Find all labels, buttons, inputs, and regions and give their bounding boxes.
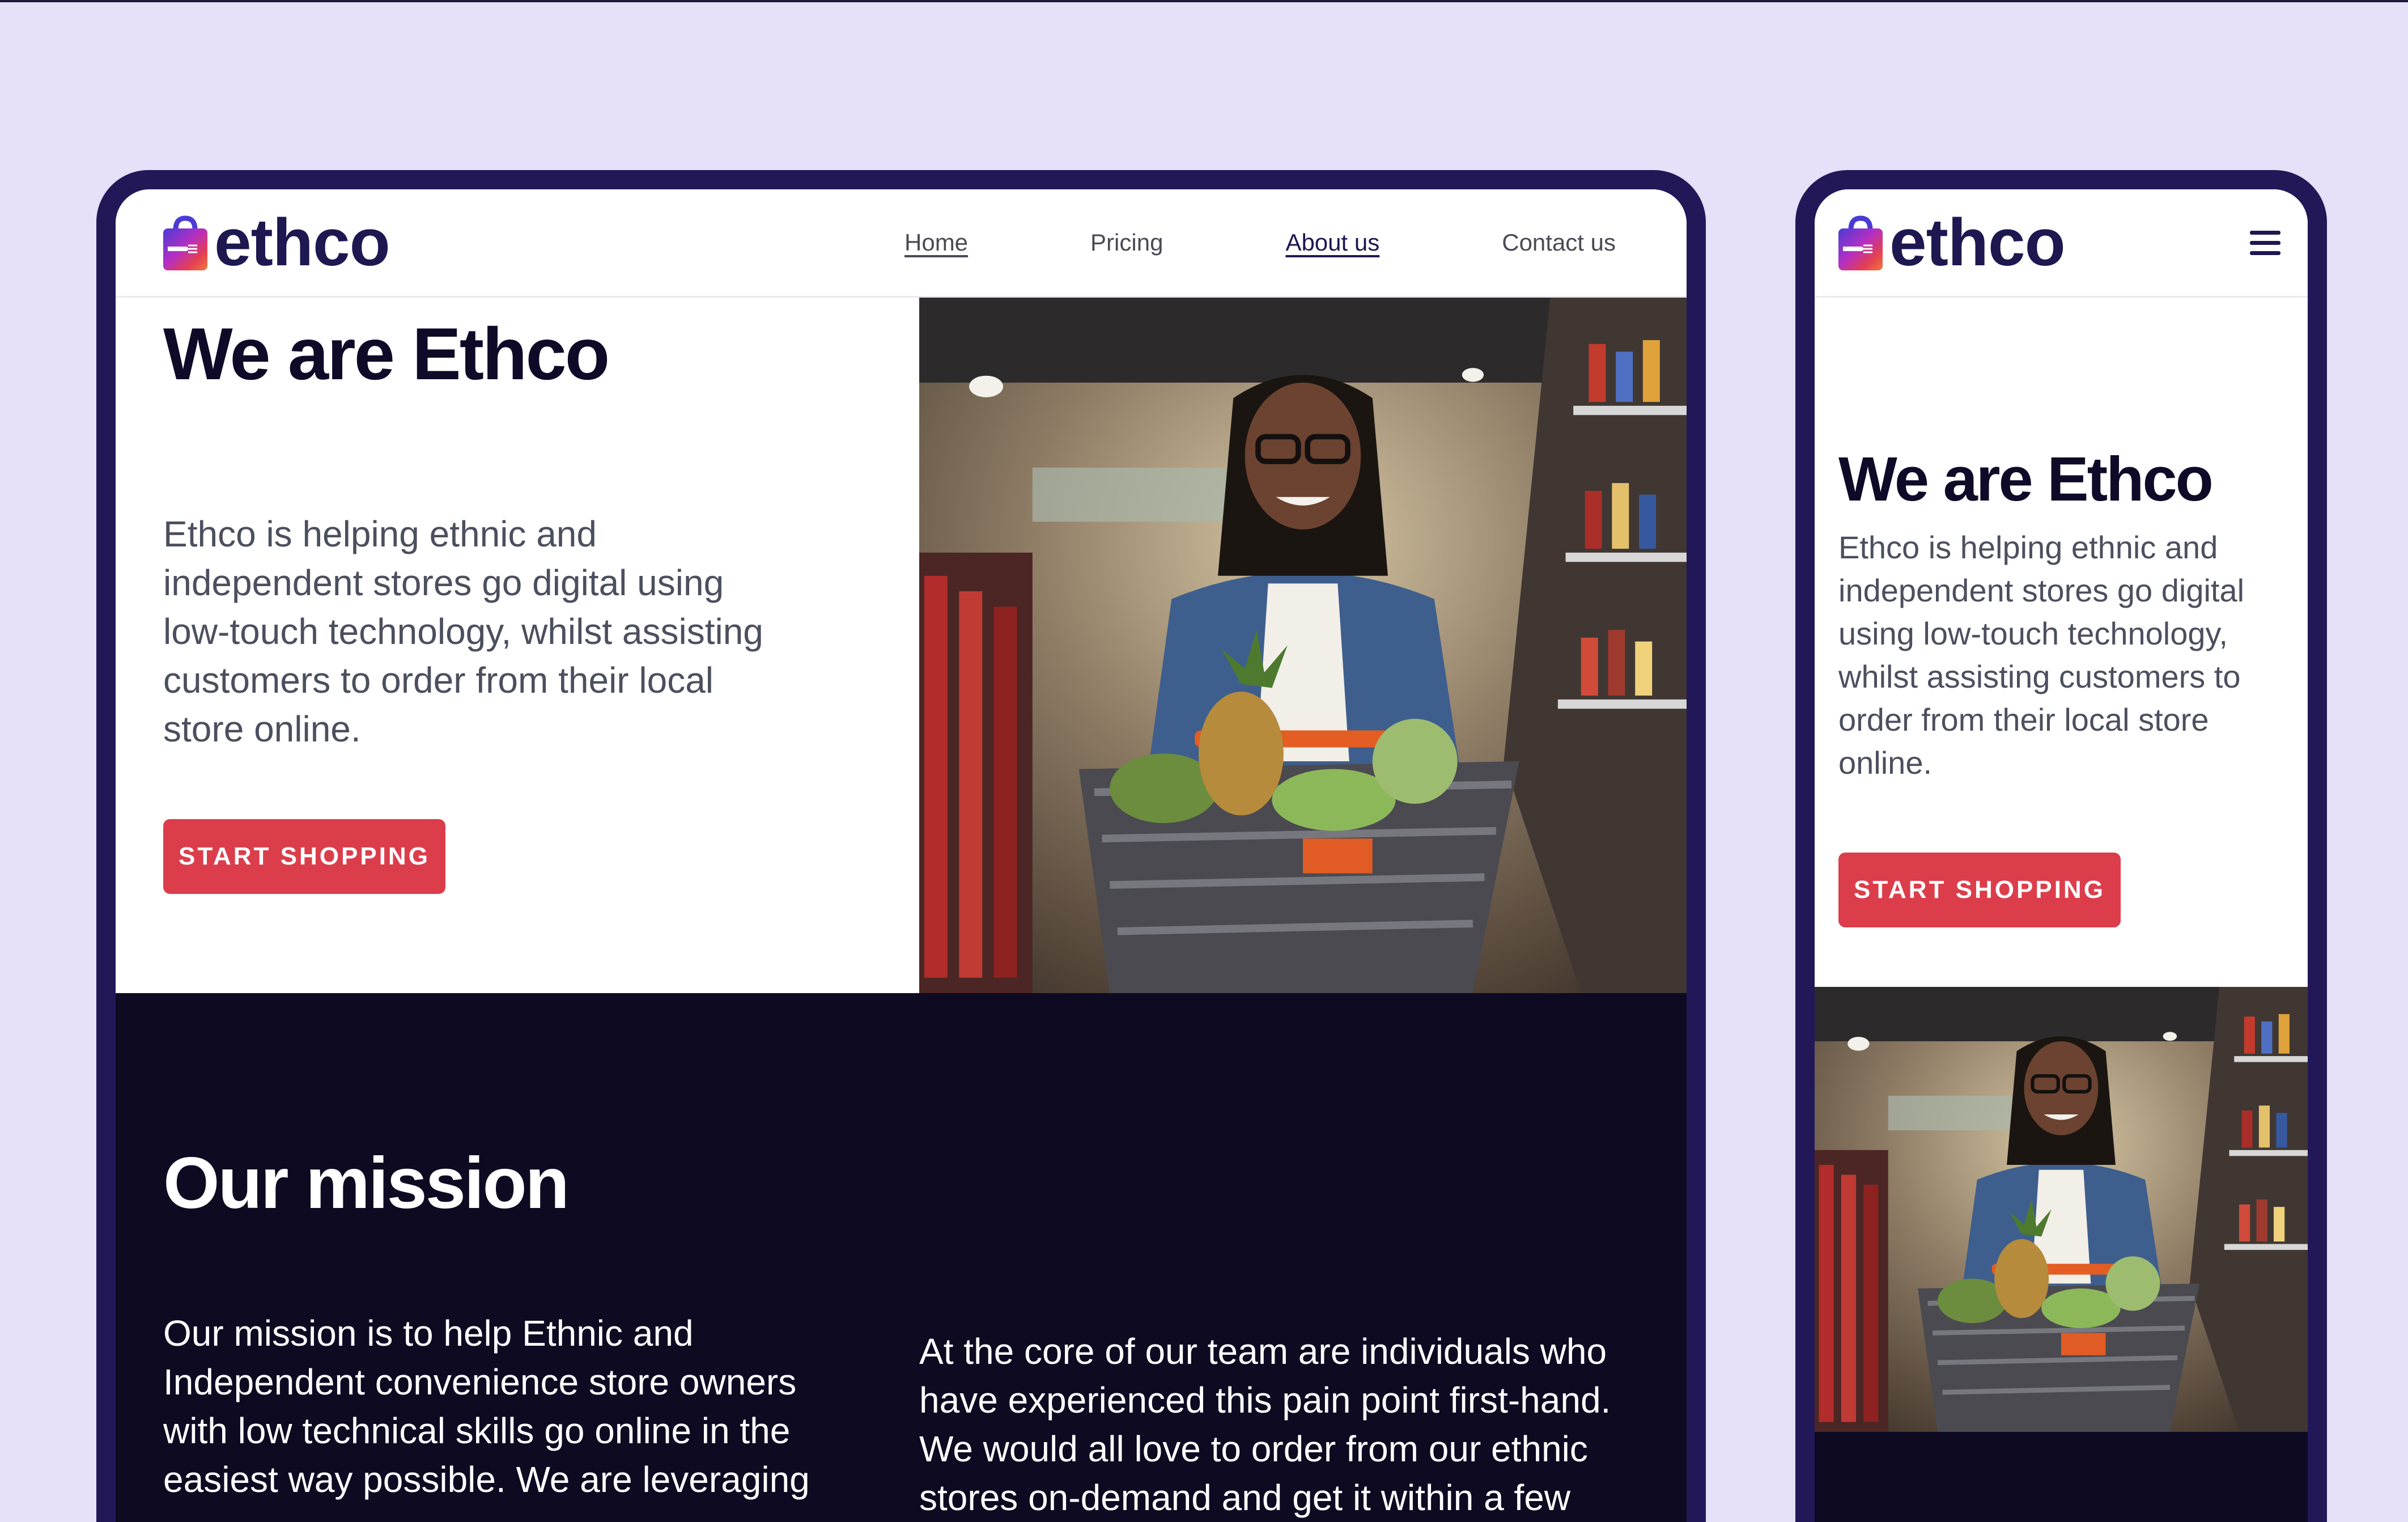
hero-photo xyxy=(919,298,1687,993)
desktop-screen: ethco Home Pricing About us Contact us W… xyxy=(116,189,1687,1522)
nav-home[interactable]: Home xyxy=(904,229,968,256)
mobile-hero-title: We are Ethco xyxy=(1838,444,2214,514)
hero-description: Ethco is helping ethnic and independent … xyxy=(163,514,763,749)
mission-text-right: At the core of our team are individuals … xyxy=(919,1331,1611,1518)
shopping-bag-icon xyxy=(163,215,207,270)
mobile-start-shopping-button[interactable]: START SHOPPING xyxy=(1838,853,2121,927)
mobile-brand-name: ethco xyxy=(1889,205,2066,280)
nav-pricing[interactable]: Pricing xyxy=(1090,229,1163,256)
nav-about-us[interactable]: About us xyxy=(1285,229,1379,256)
brand-logo[interactable]: ethco xyxy=(163,209,390,276)
hamburger-menu-icon[interactable] xyxy=(2250,231,2280,256)
desktop-device-frame: ethco Home Pricing About us Contact us W… xyxy=(96,170,1706,1522)
mobile-hero-description: Ethco is helping ethnic and independent … xyxy=(1838,529,2245,781)
mobile-mission-section xyxy=(1815,1432,2308,1522)
mission-title: Our mission xyxy=(163,1143,570,1224)
hero-title: We are Ethco xyxy=(163,312,610,395)
mission-section: Our mission Our mission is to help Ethni… xyxy=(116,993,1687,1522)
start-shopping-button[interactable]: START SHOPPING xyxy=(163,819,445,894)
mobile-header: ethco xyxy=(1815,189,2308,298)
mobile-shopping-bag-icon xyxy=(1838,215,1883,270)
mobile-screen: ethco We are Ethco Ethco is helping ethn… xyxy=(1815,189,2308,1522)
brand-name: ethco xyxy=(214,205,390,280)
mobile-hero-photo xyxy=(1815,987,2308,1432)
mobile-brand-logo[interactable]: ethco xyxy=(1838,209,2066,276)
nav-contact-us[interactable]: Contact us xyxy=(1502,229,1616,256)
shopper-with-cart-image xyxy=(919,298,1687,993)
main-nav: Home Pricing About us Contact us xyxy=(904,189,1616,296)
mission-text-left: Our mission is to help Ethnic and Indepe… xyxy=(163,1313,810,1500)
top-divider xyxy=(0,0,2408,2)
mobile-shopper-with-cart-image xyxy=(1815,987,2308,1432)
mobile-device-frame: ethco We are Ethco Ethco is helping ethn… xyxy=(1795,170,2327,1522)
